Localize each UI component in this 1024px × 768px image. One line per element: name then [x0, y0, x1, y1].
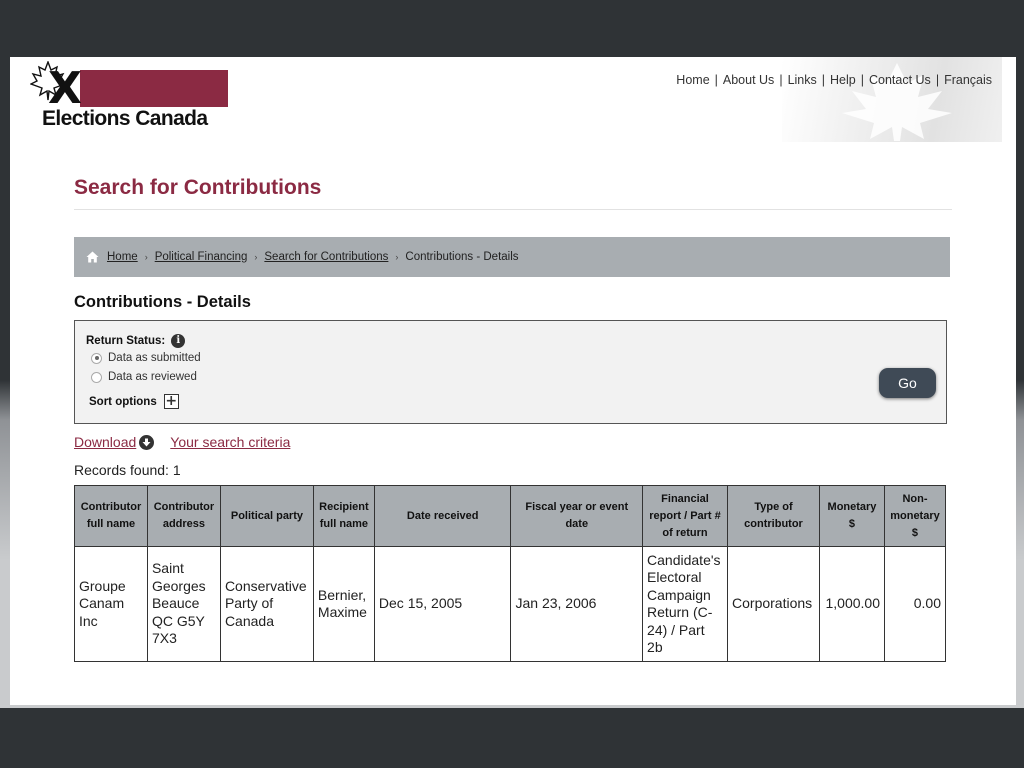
download-link[interactable]: Download [74, 434, 136, 450]
table-header-row: Contributor full name Contributor addres… [74, 485, 947, 547]
nav-about-link[interactable]: About Us [723, 73, 774, 87]
cell-political-party: Conservative Party of Canada [219, 546, 314, 662]
radio-label: Data as submitted [108, 352, 201, 364]
sort-options-label: Sort options [89, 395, 157, 408]
breadcrumb-political-financing[interactable]: Political Financing [155, 251, 248, 263]
plus-icon[interactable]: + [163, 394, 179, 409]
radio-label: Data as reviewed [108, 371, 197, 383]
return-status-label: Return Status: i [86, 334, 186, 348]
nav-contact-link[interactable]: Contact Us [869, 73, 931, 87]
nav-francais-link[interactable]: Français [944, 73, 992, 87]
nav-help-link[interactable]: Help [830, 73, 856, 87]
return-status-text: Return Status: [86, 335, 166, 347]
result-links: Download Your search criteria [74, 434, 290, 450]
column-header[interactable]: Contributor full name [74, 485, 148, 547]
records-found: Records found: 1 [74, 462, 181, 478]
download-icon[interactable] [139, 434, 155, 450]
go-button[interactable]: Go [879, 368, 936, 398]
cell-monetary: 1,000.00 [819, 546, 885, 662]
column-header[interactable]: Fiscal year or event date [510, 485, 644, 547]
nav-separator: | [935, 73, 940, 87]
cell-contributor-address: Saint Georges Beauce QC G5Y 7X3 [146, 546, 221, 662]
cell-date-received: Dec 15, 2005 [373, 546, 512, 662]
radio-button-selected[interactable] [91, 352, 102, 364]
radio-button[interactable] [91, 371, 102, 383]
home-icon[interactable] [86, 251, 99, 263]
chevron-right-icon: › [395, 252, 399, 262]
cell-financial-report: Candidate's Electoral Campaign Return (C… [642, 546, 729, 662]
cell-non-monetary: 0.00 [883, 546, 947, 662]
column-header[interactable]: Political party [219, 485, 314, 547]
breadcrumb-home[interactable]: Home [107, 251, 138, 263]
nav-separator: | [860, 73, 864, 87]
logo-text: Elections Canada [42, 107, 208, 130]
column-header[interactable]: Recipient full name [312, 485, 375, 547]
nav-separator: | [714, 73, 718, 87]
elections-canada-logo[interactable]: X Elections Canada [28, 61, 230, 133]
breadcrumb-search-contributions[interactable]: Search for Contributions [264, 251, 388, 263]
nav-links-link[interactable]: Links [788, 73, 817, 87]
breadcrumb: Home › Political Financing › Search for … [74, 237, 950, 277]
info-icon[interactable]: i [171, 334, 186, 348]
search-criteria-link[interactable]: Your search criteria [170, 434, 290, 450]
nav-separator: | [821, 73, 825, 87]
cell-recipient-name: Bernier, Maxime [312, 546, 375, 662]
column-header[interactable]: Financial report / Part # of return [642, 485, 729, 547]
logo-bar [80, 70, 228, 107]
breadcrumb-current: Contributions - Details [405, 251, 519, 263]
chevron-right-icon: › [254, 252, 258, 262]
cell-contributor-type: Corporations [727, 546, 820, 662]
column-header[interactable]: Non-monetary $ [883, 485, 947, 547]
radio-data-reviewed[interactable]: Data as reviewed [91, 371, 197, 383]
cell-contributor-name: Groupe Canam Inc [74, 546, 148, 662]
nav-separator: | [779, 73, 783, 87]
title-divider [74, 209, 952, 210]
section-title: Contributions - Details [74, 293, 251, 311]
column-header[interactable]: Contributor address [146, 485, 221, 547]
radio-data-submitted[interactable]: Data as submitted [91, 352, 201, 364]
column-header[interactable]: Type of contributor [727, 485, 820, 547]
sort-options-toggle[interactable]: Sort options + [89, 394, 179, 409]
contributions-table: Contributor full name Contributor addres… [74, 485, 947, 662]
search-options-panel: Return Status: i Data as submitted Data … [74, 320, 947, 424]
table-row: Groupe Canam Inc Saint Georges Beauce QC… [74, 546, 947, 662]
page-title: Search for Contributions [74, 176, 322, 199]
column-header[interactable]: Date received [373, 485, 512, 547]
nav-home-link[interactable]: Home [676, 73, 709, 87]
chevron-right-icon: › [144, 252, 148, 262]
top-navigation: Home | About Us | Links | Help | Contact Us |… [676, 73, 992, 87]
cell-fiscal-date: Jan 23, 2006 [510, 546, 644, 662]
page: X Elections Canada Home | About Us | Links… [10, 57, 1016, 705]
logo-x-mark: X [48, 63, 82, 114]
column-header[interactable]: Monetary $ [819, 485, 885, 547]
maple-leaf-background [782, 57, 1002, 142]
